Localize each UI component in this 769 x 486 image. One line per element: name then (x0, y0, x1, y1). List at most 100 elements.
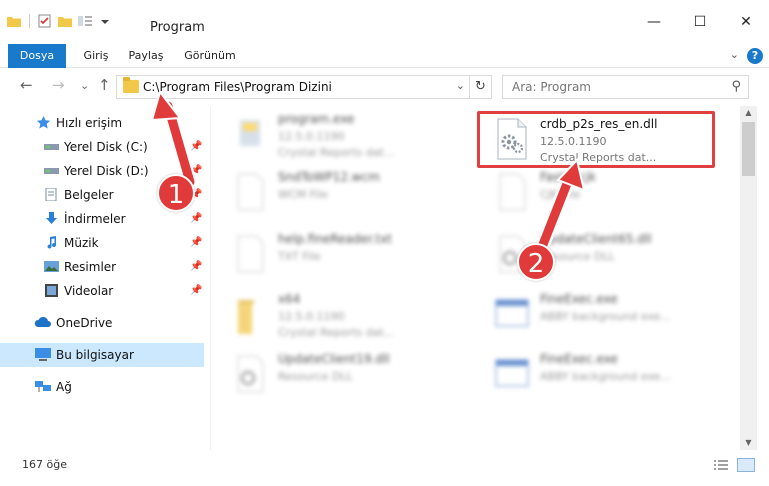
dll-file-icon (237, 355, 264, 393)
list-item[interactable]: FineExec.exe ABBY background exe... (478, 346, 718, 402)
properties-icon[interactable] (37, 14, 53, 28)
list-item[interactable]: UpdateClient65.dll Resource DLL (478, 226, 718, 282)
sidebar-item-pictures[interactable]: Resimler 📌 (0, 255, 204, 279)
drive-icon (44, 168, 59, 174)
sidebar-item-this-pc[interactable]: Bu bilgisayar (0, 343, 204, 367)
list-item[interactable]: help.fineReader.txt TXT File (216, 226, 456, 282)
new-folder-icon[interactable] (57, 14, 73, 28)
list-item[interactable]: SndToWP12.wcm WCM File (216, 164, 456, 220)
exe-file-icon (495, 359, 529, 387)
folder-icon (123, 77, 139, 93)
pin-icon[interactable]: 📌 (190, 141, 202, 152)
pin-icon[interactable]: 📌 (190, 237, 202, 248)
sidebar-item-network[interactable]: Ağ (0, 375, 204, 399)
file-description: Crystal Reports dat... (278, 326, 395, 339)
address-dropdown-icon[interactable]: ⌄ (456, 79, 465, 92)
scroll-thumb[interactable] (742, 122, 755, 176)
tab-file[interactable]: Dosya (8, 44, 66, 68)
quick-access-toolbar (6, 14, 113, 28)
folder-icon (238, 300, 254, 334)
refresh-button[interactable]: ↻ (469, 76, 491, 98)
search-icon: ⚲ (731, 79, 741, 94)
tab-share[interactable]: Paylaş (124, 44, 168, 68)
video-icon (45, 284, 58, 297)
sidebar-item-label: Videolar (64, 284, 114, 298)
file-name: FastIn.cjk (540, 170, 596, 184)
details-view-icon[interactable] (713, 459, 729, 471)
maximize-button[interactable]: ☐ (677, 8, 723, 36)
list-item[interactable]: UpdateClient19.dll Resource DLL (216, 346, 456, 402)
tiles-view-icon[interactable] (737, 458, 755, 472)
address-bar[interactable]: C:\Program Files\Program Dizini ⌄ ↻ (116, 75, 492, 99)
highlight-box (477, 111, 715, 168)
pin-icon[interactable]: 📌 (190, 165, 202, 176)
file-icon (499, 173, 526, 211)
exe-file-icon (240, 120, 260, 146)
window-title: Program (150, 20, 205, 35)
callout-1: 1 (157, 174, 195, 212)
file-version: 12.5.0.1190 (278, 130, 345, 143)
up-button[interactable]: ↑ (98, 76, 111, 94)
sidebar-item-videos[interactable]: Videolar 📌 (0, 279, 204, 303)
sidebar-item-label: Ağ (56, 380, 72, 394)
sidebar-item-label: Yerel Disk (D:) (64, 164, 149, 178)
file-type: TXT File (278, 250, 321, 263)
sidebar-item-music[interactable]: Müzik 📌 (0, 231, 204, 255)
sidebar-item-label: Resimler (64, 260, 117, 274)
help-icon[interactable]: ? (747, 48, 763, 64)
list-item[interactable]: x64 12.5.0.1190 Crystal Reports dat... (216, 286, 456, 342)
file-description: ABBY background exe... (540, 310, 671, 323)
tab-view[interactable]: Görünüm (180, 44, 240, 68)
list-item[interactable]: FineExec.exe ABBY background exe... (478, 286, 718, 342)
sidebar-item-label: Yerel Disk (C:) (64, 140, 148, 154)
close-button[interactable]: ✕ (723, 8, 769, 36)
list-item[interactable]: FastIn.cjk CJK File (478, 164, 718, 220)
drive-icon (44, 144, 59, 150)
search-box[interactable]: Ara: Program ⚲ (502, 75, 749, 99)
scroll-down-button[interactable]: ▼ (740, 436, 757, 450)
navigation-pane: Hızlı erişim Yerel Disk (C:) 📌 Yerel Dis… (0, 106, 210, 450)
file-name: SndToWP12.wcm (278, 170, 380, 184)
sidebar-item-local-disk-c[interactable]: Yerel Disk (C:) 📌 (0, 135, 204, 159)
pane-divider (210, 106, 211, 450)
pin-icon[interactable]: 📌 (190, 213, 202, 224)
forward-button[interactable]: → (52, 76, 65, 94)
pin-icon[interactable]: 📌 (190, 285, 202, 296)
back-button[interactable]: ← (20, 76, 33, 94)
vertical-scrollbar[interactable]: ▲ ▼ (740, 106, 757, 450)
pin-icon[interactable]: 📌 (190, 261, 202, 272)
sidebar-item-quick-access[interactable]: Hızlı erişim (0, 111, 204, 135)
exe-file-icon (495, 299, 529, 327)
sidebar-item-label: Belgeler (64, 188, 114, 202)
file-name: x64 (278, 292, 301, 306)
callout-2: 2 (517, 243, 555, 281)
minimize-button[interactable]: — (631, 8, 677, 36)
ribbon-expand-icon[interactable]: ⌄ (730, 48, 739, 61)
text-file-icon (237, 235, 264, 273)
download-icon (46, 212, 57, 224)
file-name: help.fineReader.txt (278, 232, 392, 246)
file-description: Crystal Reports dat... (278, 146, 395, 159)
sidebar-item-label: İndirmeler (64, 212, 126, 226)
status-bar: 167 öğe (0, 452, 769, 476)
ribbon: Dosya Giriş Paylaş Görünüm ⌄ ? (0, 44, 769, 68)
recent-locations-button[interactable]: ⌄ (80, 79, 89, 92)
file-name: FineExec.exe (540, 292, 618, 306)
tab-home[interactable]: Giriş (78, 44, 114, 68)
pictures-icon (44, 261, 59, 272)
customize-toolbar-icon[interactable] (77, 14, 93, 28)
chevron-down-icon[interactable] (97, 14, 113, 28)
file-type: WCM File (278, 188, 328, 201)
file-name: UpdateClient65.dll (540, 232, 652, 246)
search-input[interactable]: Ara: Program (512, 80, 591, 94)
file-name: FineExec.exe (540, 352, 618, 366)
file-name: program.exe (278, 112, 355, 126)
list-item[interactable]: program.exe 12.5.0.1190 Crystal Reports … (216, 106, 456, 162)
address-path[interactable]: C:\Program Files\Program Dizini (143, 80, 332, 94)
sidebar-item-onedrive[interactable]: OneDrive (0, 311, 204, 335)
scroll-up-button[interactable]: ▲ (740, 106, 757, 120)
file-type: CJK File (540, 188, 581, 201)
file-type: Resource DLL (278, 370, 353, 383)
title-bar: Program — ☐ ✕ (0, 0, 769, 38)
computer-icon (35, 348, 51, 361)
